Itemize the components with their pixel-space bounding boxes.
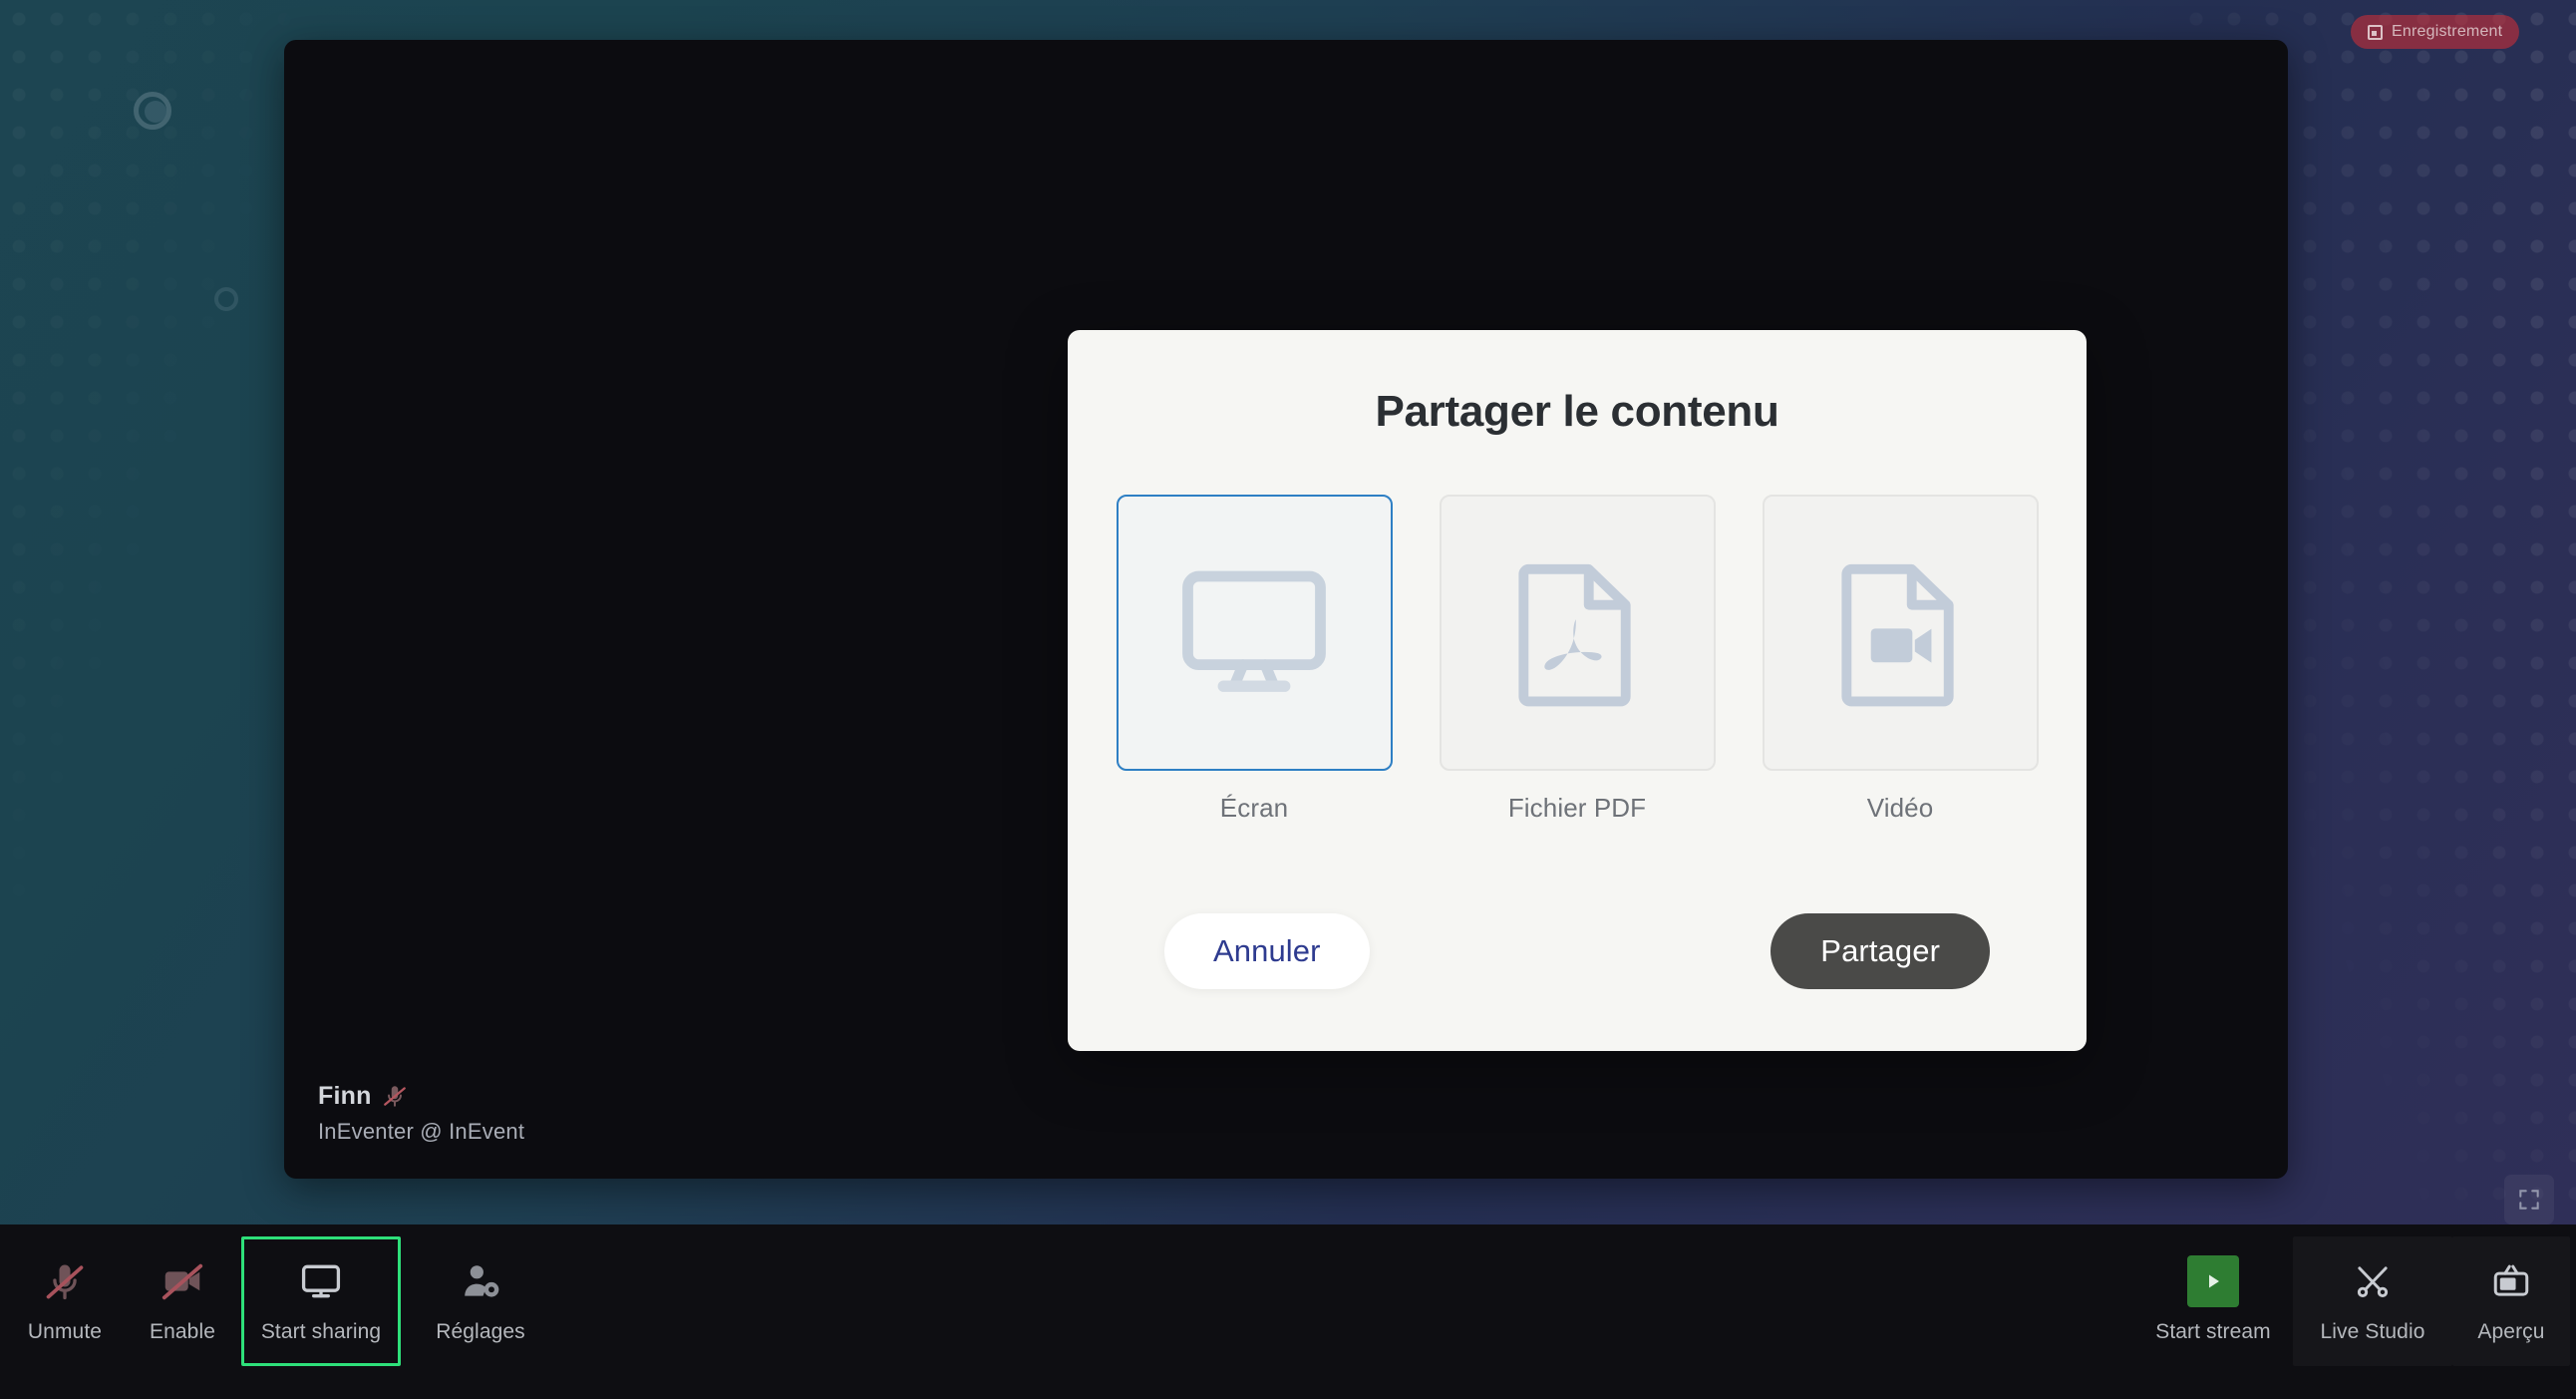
share-option-video-card[interactable] xyxy=(1762,495,2039,771)
camera-off-icon xyxy=(160,1258,205,1304)
toolbar-item-preview[interactable]: Aperçu xyxy=(2452,1236,2570,1366)
toolbar-item-settings[interactable]: Réglages xyxy=(401,1236,560,1366)
video-file-icon xyxy=(1841,559,1959,707)
modal-actions: Annuler Partager xyxy=(1068,913,2087,989)
bottom-toolbar: Unmute Enable Start sharing Réglages Sta… xyxy=(0,1224,2576,1399)
toolbar-item-start-sharing-label: Start sharing xyxy=(260,1320,382,1343)
app-root: Enregistrement Finn InEventer @ InEvent … xyxy=(0,0,2576,1399)
tv-icon xyxy=(2490,1258,2532,1304)
toolbar-right-group: Start stream Live Studio Aperçu xyxy=(2133,1236,2570,1366)
recording-badge: Enregistrement xyxy=(2351,15,2520,49)
share-option-screen-label: Écran xyxy=(1219,793,1289,823)
recording-badge-label: Enregistrement xyxy=(2392,23,2503,40)
share-option-pdf-card[interactable] xyxy=(1439,495,1716,771)
share-options-group: Écran Fichier PDF Vidéo xyxy=(1116,495,2039,824)
share-option-screen-card[interactable] xyxy=(1116,495,1393,771)
mic-off-icon xyxy=(43,1258,87,1304)
participant-subtitle: InEventer @ InEvent xyxy=(318,1119,525,1145)
background-ring-decoration xyxy=(134,92,171,130)
toolbar-item-live-studio-label: Live Studio xyxy=(2320,1320,2425,1343)
mic-off-icon xyxy=(382,1083,408,1109)
toolbar-left-group: Unmute Enable Start sharing Réglages xyxy=(6,1236,560,1366)
toolbar-item-unmute[interactable]: Unmute xyxy=(6,1236,124,1366)
live-studio-icon xyxy=(2352,1258,2394,1304)
toolbar-item-start-stream-label: Start stream xyxy=(2155,1320,2271,1343)
play-icon xyxy=(2187,1255,2239,1307)
background-ring-decoration-small xyxy=(214,287,238,311)
toolbar-item-unmute-label: Unmute xyxy=(27,1320,103,1343)
share-option-pdf-label: Fichier PDF xyxy=(1507,793,1647,823)
share-content-modal: Partager le contenu Écran Fichier PDF Vi… xyxy=(1068,330,2087,1051)
share-option-video-label: Vidéo xyxy=(1866,793,1934,823)
screen-share-icon xyxy=(299,1258,343,1304)
toolbar-item-enable[interactable]: Enable xyxy=(124,1236,241,1366)
fullscreen-button[interactable] xyxy=(2504,1175,2554,1224)
toolbar-item-settings-label: Réglages xyxy=(436,1320,525,1343)
toolbar-item-start-sharing[interactable]: Start sharing xyxy=(241,1236,401,1366)
toolbar-item-start-stream[interactable]: Start stream xyxy=(2133,1236,2293,1366)
record-icon xyxy=(2368,24,2383,40)
share-option-video: Vidéo xyxy=(1762,495,2039,824)
fullscreen-icon xyxy=(2516,1187,2542,1213)
video-stage: Finn InEventer @ InEvent Partager le con… xyxy=(284,40,2288,1179)
share-option-screen: Écran xyxy=(1116,495,1393,824)
share-button[interactable]: Partager xyxy=(1771,913,1990,989)
background-dot-pattern-left xyxy=(0,0,299,897)
monitor-icon xyxy=(1178,563,1330,703)
toolbar-item-enable-label: Enable xyxy=(150,1320,215,1343)
toolbar-item-preview-label: Aperçu xyxy=(2477,1320,2545,1343)
participant-tile-info: Finn InEventer @ InEvent xyxy=(302,1072,540,1155)
user-settings-icon xyxy=(459,1258,502,1304)
cancel-button[interactable]: Annuler xyxy=(1164,913,1370,989)
share-option-pdf: Fichier PDF xyxy=(1439,495,1716,824)
modal-title: Partager le contenu xyxy=(1375,387,1779,436)
participant-name: Finn xyxy=(318,1081,372,1110)
toolbar-item-live-studio[interactable]: Live Studio xyxy=(2293,1236,2452,1366)
pdf-file-icon xyxy=(1518,559,1636,707)
